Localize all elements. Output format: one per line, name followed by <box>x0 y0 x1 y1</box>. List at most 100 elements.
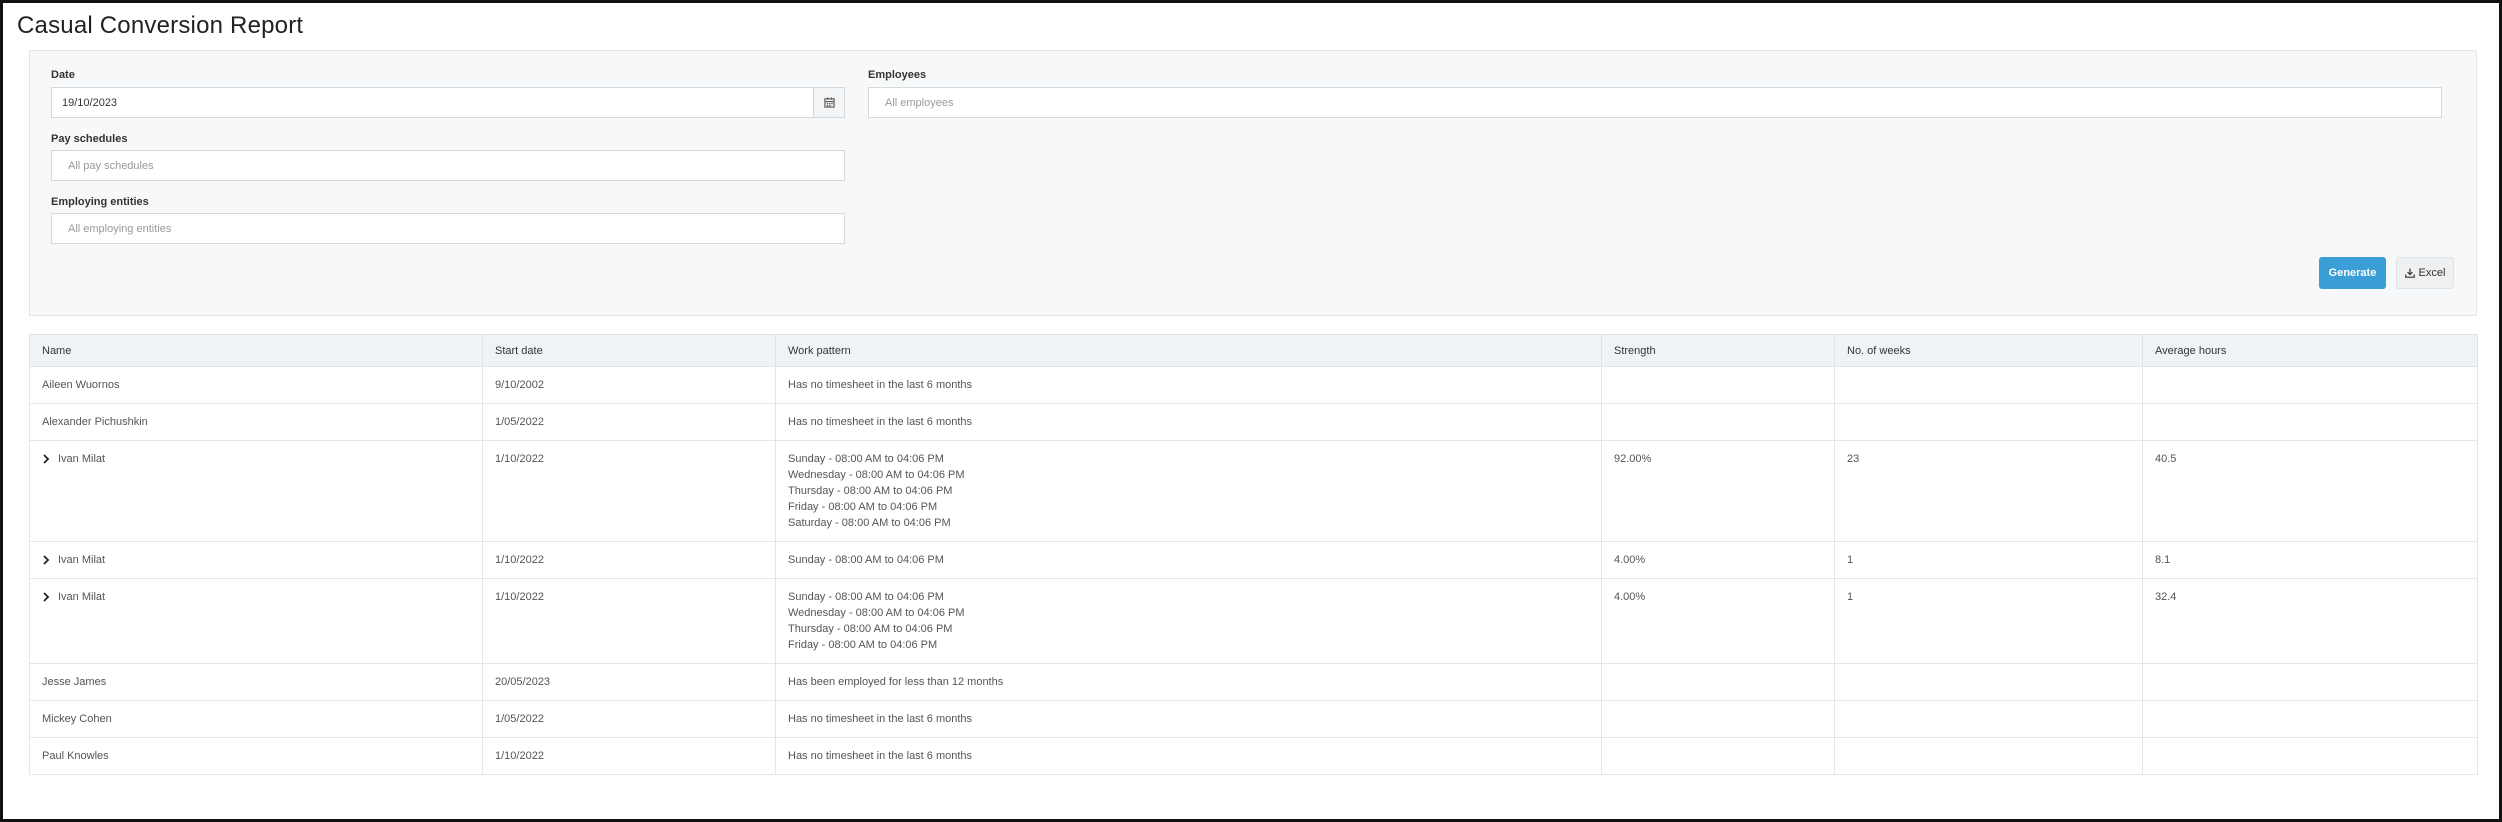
employee-name: Aileen Wuornos <box>42 379 120 391</box>
weeks-cell <box>1834 737 2143 775</box>
work-pattern-line: Saturday - 08:00 AM to 04:06 PM <box>788 517 951 529</box>
weeks-cell <box>1834 366 2143 404</box>
start-date-cell: 1/10/2022 <box>482 737 776 775</box>
work-pattern-cell: Sunday - 08:00 AM to 04:06 PM Wednesday -… <box>775 578 1602 664</box>
work-pattern-line: Has no timesheet in the last 6 months <box>788 713 973 725</box>
average-hours-cell <box>2142 700 2478 738</box>
chevron-right-icon[interactable] <box>42 589 54 605</box>
table-row: Mickey Cohen 1/05/2022 Has no timesheet in… <box>29 700 2478 738</box>
column-header-name[interactable]: Name <box>29 334 483 367</box>
table-header-row: Name Start date Work pattern Strength No… <box>29 334 2478 367</box>
excel-label: Excel <box>2418 267 2446 279</box>
date-label: Date <box>51 69 75 81</box>
work-pattern-line: Sunday - 08:00 AM to 04:06 PM <box>788 591 944 603</box>
table-row: Paul Knowles 1/10/2022 Has no timesheet in… <box>29 737 2478 775</box>
pay-schedules-label: Pay schedules <box>51 133 128 145</box>
name-cell-content: Alexander Pichushkin <box>42 414 470 430</box>
start-date-cell: 9/10/2002 <box>482 366 776 404</box>
average-hours-cell <box>2142 737 2478 775</box>
excel-export-button[interactable]: Excel <box>2396 257 2454 289</box>
download-icon <box>2404 268 2415 278</box>
strength-cell <box>1601 366 1835 404</box>
column-header-strength[interactable]: Strength <box>1601 334 1835 367</box>
work-pattern-cell: Has no timesheet in the last 6 months <box>775 403 1602 441</box>
employee-name: Ivan Milat <box>58 453 106 465</box>
report-table: Name Start date Work pattern Strength No… <box>29 334 2478 775</box>
start-date-cell: 1/05/2022 <box>482 700 776 738</box>
start-date-cell: 1/10/2022 <box>482 440 776 542</box>
name-cell-content: Ivan Milat <box>42 451 470 467</box>
start-date-cell: 1/10/2022 <box>482 578 776 664</box>
start-date-cell: 1/10/2022 <box>482 541 776 579</box>
work-pattern-cell: Has no timesheet in the last 6 months <box>775 366 1602 404</box>
weeks-cell <box>1834 663 2143 701</box>
work-pattern-line: Has no timesheet in the last 6 months <box>788 379 973 391</box>
table-body: Aileen Wuornos 9/10/2002 Has no timesheet … <box>29 366 2478 775</box>
employing-entities-select[interactable]: All employing entities <box>51 213 845 244</box>
work-pattern-line: Has no timesheet in the last 6 months <box>788 750 973 762</box>
name-cell: Ivan Milat <box>29 578 483 664</box>
average-hours-cell <box>2142 403 2478 441</box>
table-row[interactable]: Ivan Milat 1/10/2022 Sunday - 08:00 AM to … <box>29 541 2478 579</box>
column-header-average-hours[interactable]: Average hours <box>2142 334 2478 367</box>
date-input[interactable]: 19/10/2023 <box>51 87 814 118</box>
generate-button[interactable]: Generate <box>2319 257 2386 289</box>
employee-name: Ivan Milat <box>58 591 106 603</box>
strength-cell: 4.00% <box>1601 541 1835 579</box>
work-pattern-line: Thursday - 08:00 AM to 04:06 PM <box>788 623 953 635</box>
start-date-cell: 1/05/2022 <box>482 403 776 441</box>
employee-name: Jesse James <box>42 676 107 688</box>
work-pattern-cell: Sunday - 08:00 AM to 04:06 PM <box>775 541 1602 579</box>
table-row[interactable]: Ivan Milat 1/10/2022 Sunday - 08:00 AM to … <box>29 440 2478 542</box>
work-pattern-line: Wednesday - 08:00 AM to 04:06 PM <box>788 469 965 481</box>
employees-select[interactable]: All employees <box>868 87 2442 118</box>
chevron-right-icon[interactable] <box>42 552 54 568</box>
average-hours-cell <box>2142 366 2478 404</box>
page-title: Casual Conversion Report <box>17 12 304 39</box>
name-cell-content: Aileen Wuornos <box>42 377 470 393</box>
column-header-work-pattern[interactable]: Work pattern <box>775 334 1602 367</box>
work-pattern-line: Wednesday - 08:00 AM to 04:06 PM <box>788 607 965 619</box>
weeks-cell <box>1834 403 2143 441</box>
name-cell-content: Paul Knowles <box>42 748 470 764</box>
table-row: Alexander Pichushkin 1/05/2022 Has no time… <box>29 403 2478 441</box>
name-cell-content: Jesse James <box>42 674 470 690</box>
name-cell: Mickey Cohen <box>29 700 483 738</box>
strength-cell: 4.00% <box>1601 578 1835 664</box>
filter-panel: Date 19/10/2023 Employees All employees … <box>29 50 2477 316</box>
work-pattern-line: Thursday - 08:00 AM to 04:06 PM <box>788 485 953 497</box>
employee-name: Alexander Pichushkin <box>42 416 148 428</box>
calendar-button[interactable] <box>813 87 845 118</box>
start-date-cell: 20/05/2023 <box>482 663 776 701</box>
work-pattern-cell: Has been employed for less than 12 month… <box>775 663 1602 701</box>
calendar-icon <box>823 97 835 108</box>
strength-cell <box>1601 700 1835 738</box>
name-cell-content: Mickey Cohen <box>42 711 470 727</box>
strength-cell <box>1601 403 1835 441</box>
employee-name: Ivan Milat <box>58 554 106 566</box>
table-row[interactable]: Ivan Milat 1/10/2022 Sunday - 08:00 AM to … <box>29 578 2478 664</box>
employee-name: Mickey Cohen <box>42 713 112 725</box>
work-pattern-line: Friday - 08:00 AM to 04:06 PM <box>788 501 938 513</box>
column-header-start-date[interactable]: Start date <box>482 334 776 367</box>
name-cell: Ivan Milat <box>29 440 483 542</box>
name-cell: Paul Knowles <box>29 737 483 775</box>
chevron-right-icon[interactable] <box>42 451 54 467</box>
weeks-cell: 23 <box>1834 440 2143 542</box>
name-cell: Alexander Pichushkin <box>29 403 483 441</box>
column-header-weeks[interactable]: No. of weeks <box>1834 334 2143 367</box>
name-cell-content: Ivan Milat <box>42 552 470 568</box>
work-pattern-line: Sunday - 08:00 AM to 04:06 PM <box>788 453 944 465</box>
strength-cell <box>1601 737 1835 775</box>
employees-label: Employees <box>868 69 927 81</box>
table-row: Aileen Wuornos 9/10/2002 Has no timesheet … <box>29 366 2478 404</box>
average-hours-cell: 32.4 <box>2142 578 2478 664</box>
average-hours-cell: 8.1 <box>2142 541 2478 579</box>
pay-schedules-select[interactable]: All pay schedules <box>51 150 845 181</box>
strength-cell <box>1601 663 1835 701</box>
employee-name: Paul Knowles <box>42 750 109 762</box>
employing-entities-label: Employing entities <box>51 196 149 208</box>
name-cell: Ivan Milat <box>29 541 483 579</box>
work-pattern-line: Sunday - 08:00 AM to 04:06 PM <box>788 554 944 566</box>
weeks-cell <box>1834 700 2143 738</box>
